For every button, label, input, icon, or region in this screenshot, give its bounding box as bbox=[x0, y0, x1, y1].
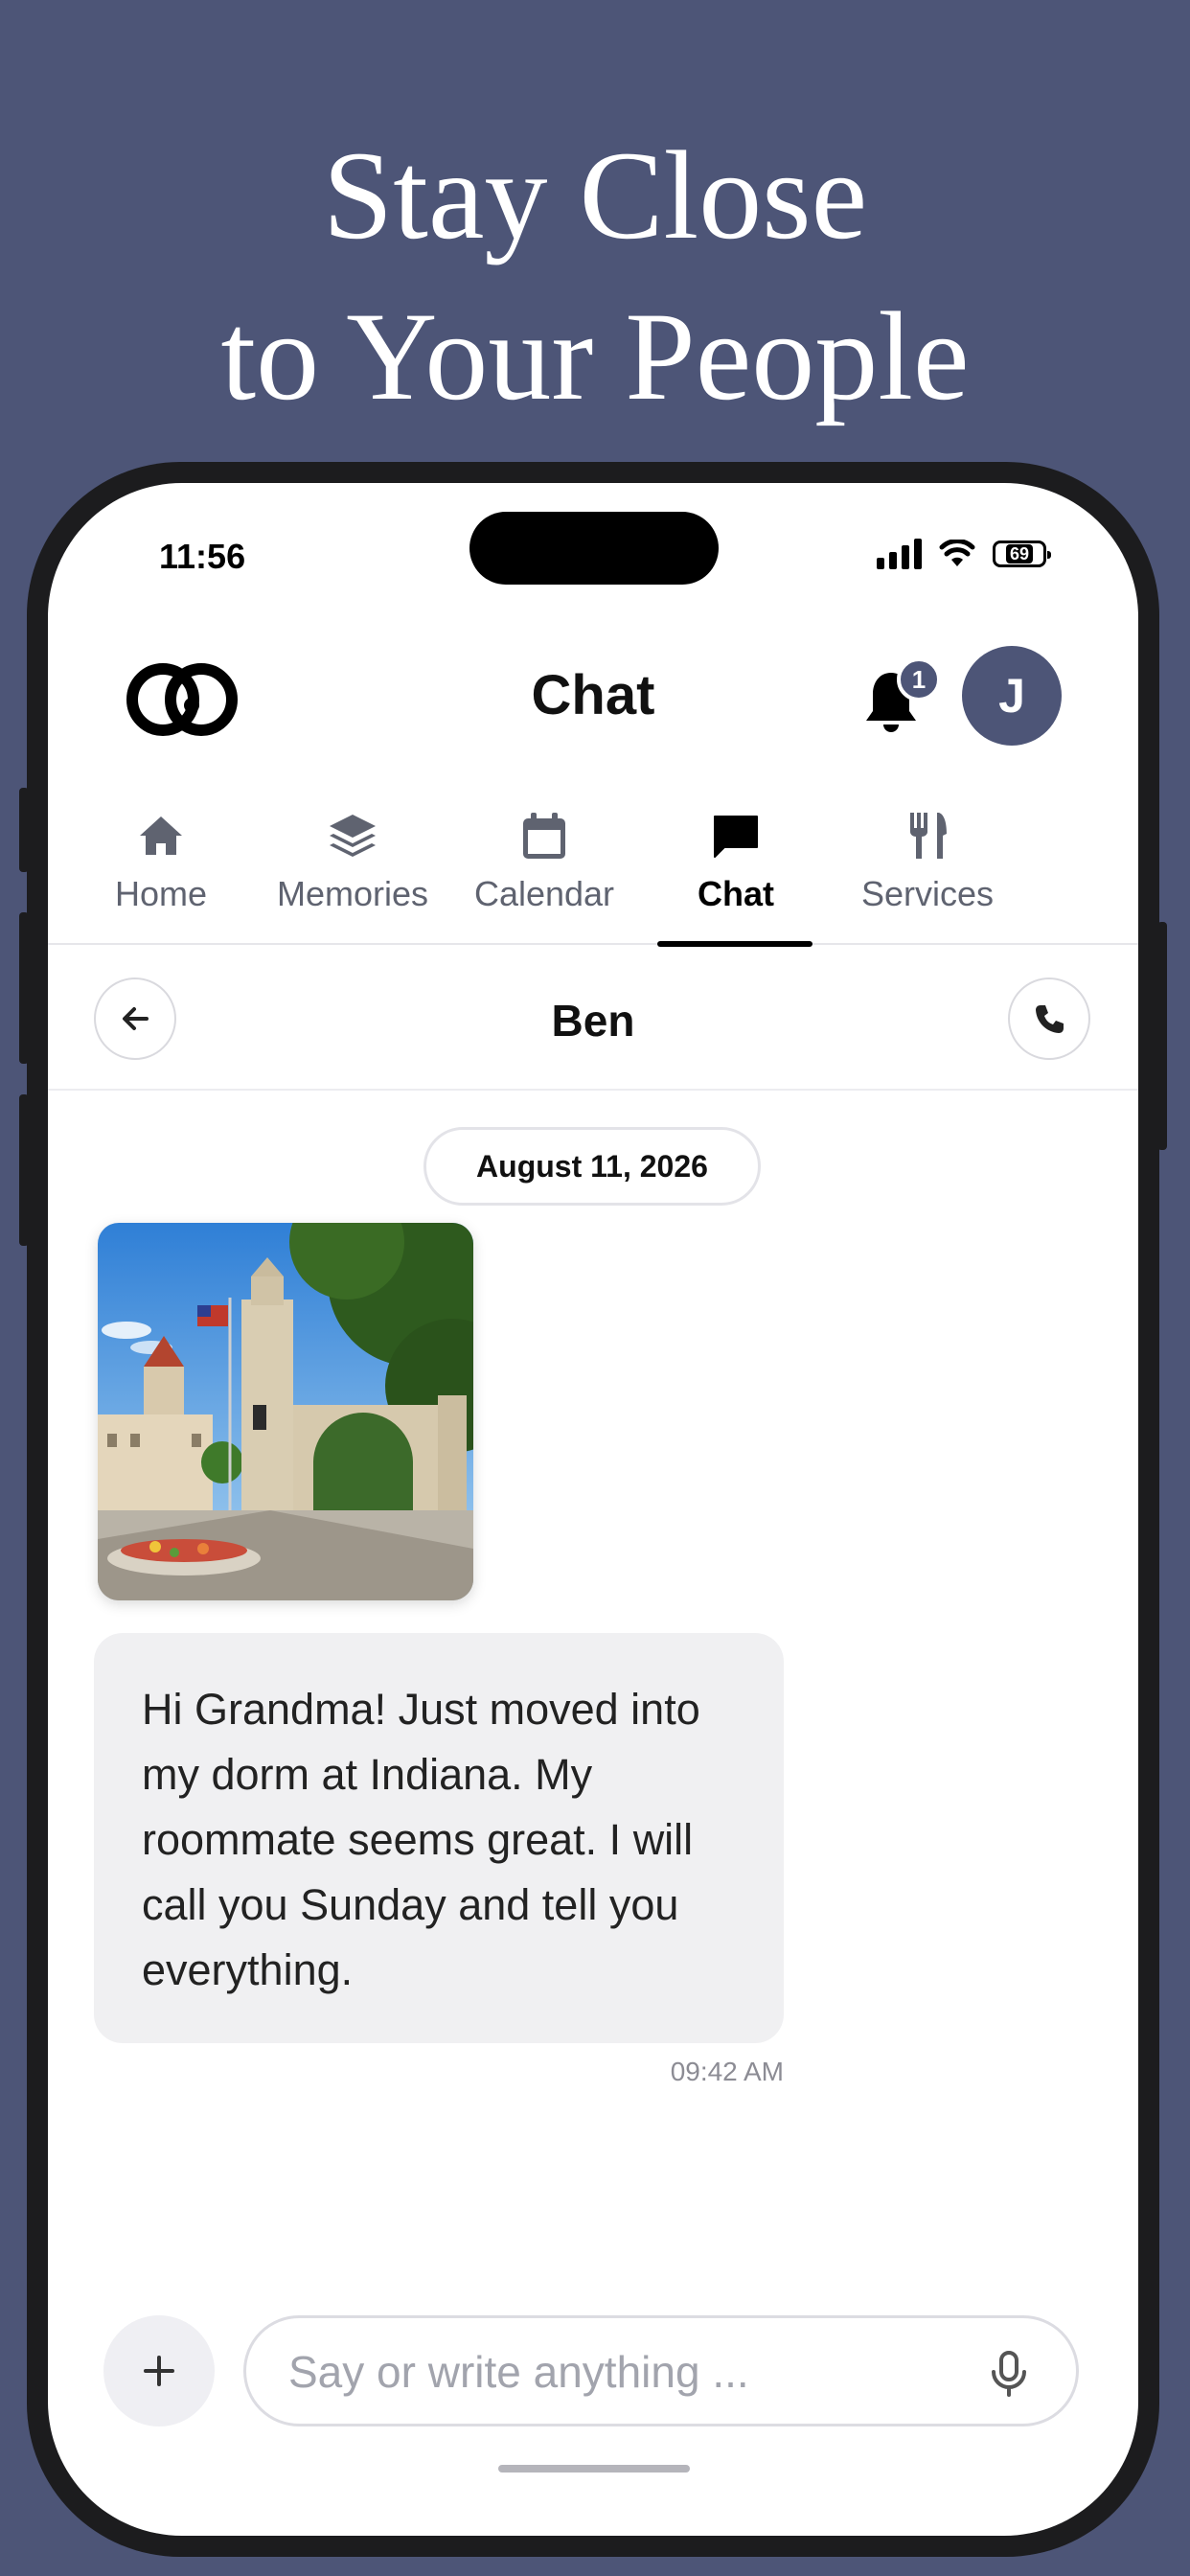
tab-services[interactable]: Services bbox=[832, 788, 1023, 945]
tab-calendar[interactable]: Calendar bbox=[448, 788, 640, 945]
battery-level: 69 bbox=[1005, 544, 1034, 564]
tab-label: Calendar bbox=[473, 874, 615, 913]
shared-photo[interactable] bbox=[98, 1223, 473, 1600]
status-icons: 69 bbox=[877, 539, 1051, 569]
message-composer bbox=[48, 2304, 1138, 2428]
tab-memories[interactable]: Memories bbox=[257, 788, 448, 945]
call-button[interactable] bbox=[1008, 978, 1090, 1060]
conversation-header: Ben bbox=[48, 947, 1138, 1091]
tab-label: Memories bbox=[276, 874, 429, 913]
headline-line-2: to Your People bbox=[220, 286, 970, 426]
notification-badge: 1 bbox=[897, 657, 941, 702]
wifi-icon bbox=[939, 540, 975, 566]
cell-signal-icon bbox=[877, 539, 922, 569]
phone-icon bbox=[1036, 1005, 1064, 1033]
tab-label: Services bbox=[860, 874, 995, 913]
message-input[interactable] bbox=[288, 2341, 959, 2403]
tab-bar: Home Memories Calendar Chat Services bbox=[48, 788, 1138, 947]
home-icon bbox=[140, 816, 182, 855]
app-header: Chat 1 J bbox=[48, 627, 1138, 770]
phone-screen: 11:56 69 Chat 1 J Home Memories Calendar… bbox=[48, 483, 1138, 2536]
plus-icon bbox=[144, 2356, 174, 2386]
message-input-wrapper bbox=[243, 2315, 1079, 2426]
tab-label: Chat bbox=[698, 874, 774, 913]
campus-arch-image bbox=[98, 1223, 473, 1600]
add-attachment-button[interactable] bbox=[103, 2315, 215, 2426]
tab-label: Home bbox=[114, 874, 208, 913]
avatar[interactable]: J bbox=[962, 646, 1062, 746]
status-time: 11:56 bbox=[159, 537, 246, 576]
incoming-message-bubble: Hi Grandma! Just moved into my dorm at I… bbox=[94, 1633, 784, 2043]
contact-name: Ben bbox=[551, 996, 635, 1046]
headline-line-1: Stay Close bbox=[322, 125, 868, 265]
dynamic-island bbox=[469, 512, 719, 585]
tab-chat[interactable]: Chat bbox=[640, 788, 832, 947]
tab-home[interactable]: Home bbox=[65, 788, 257, 945]
promo-headline: Stay Close to Your People bbox=[0, 115, 1190, 437]
calendar-icon bbox=[523, 813, 565, 859]
microphone-icon[interactable] bbox=[986, 2349, 1032, 2399]
message-timestamp: 09:42 AM bbox=[670, 2057, 784, 2086]
battery-icon: 69 bbox=[993, 540, 1051, 567]
date-separator: August 11, 2026 bbox=[423, 1127, 761, 1206]
layers-icon bbox=[330, 815, 376, 857]
chat-bubble-icon bbox=[714, 816, 758, 858]
fork-knife-icon bbox=[910, 813, 947, 859]
phone-frame: 11:56 69 Chat 1 J Home Memories Calendar… bbox=[27, 462, 1159, 2557]
home-indicator[interactable] bbox=[498, 2465, 690, 2472]
